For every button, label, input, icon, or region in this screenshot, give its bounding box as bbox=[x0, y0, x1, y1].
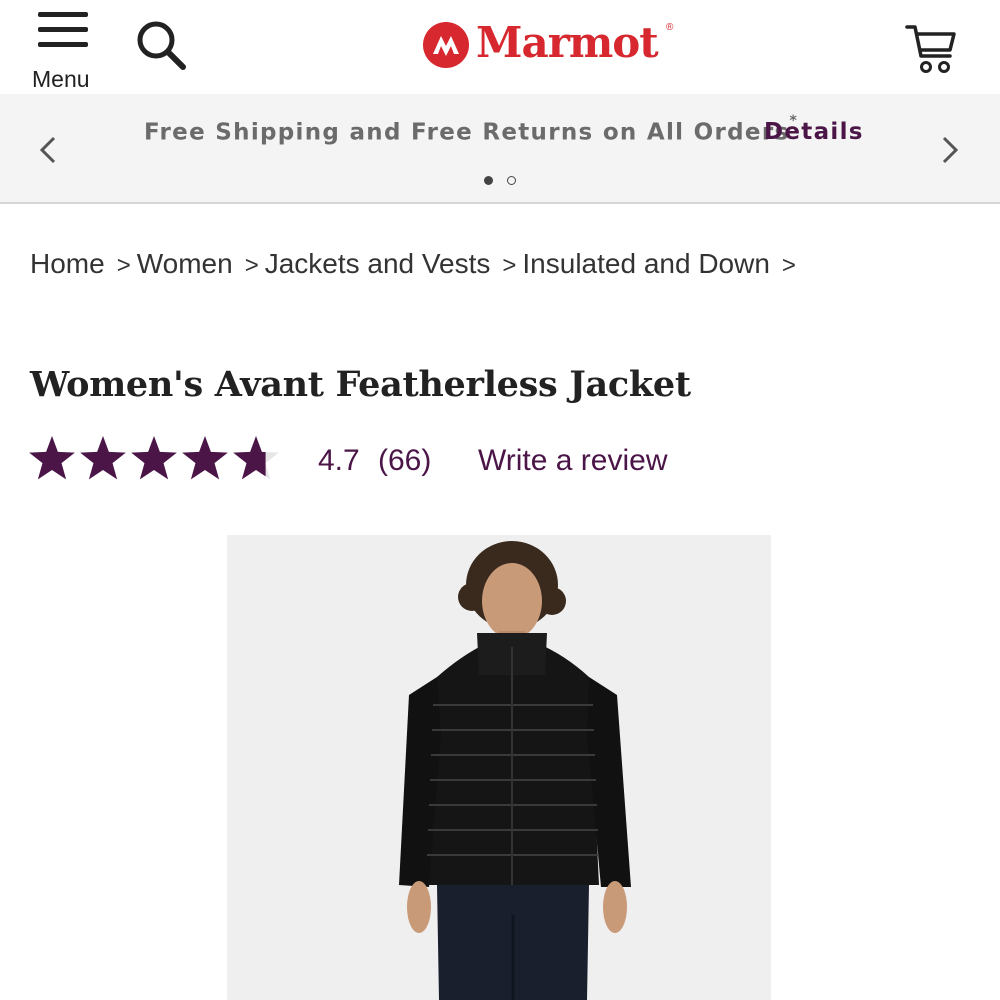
promo-details-link[interactable]: Details bbox=[764, 119, 864, 145]
product-title: Women's Avant Featherless Jacket bbox=[30, 364, 691, 405]
breadcrumb-separator: > bbox=[116, 252, 131, 279]
breadcrumb-separator: > bbox=[781, 252, 796, 279]
breadcrumb-separator: > bbox=[244, 252, 259, 279]
star-filled-icon bbox=[131, 436, 177, 480]
search-button[interactable] bbox=[134, 18, 190, 74]
brand-name: Marmot bbox=[476, 18, 659, 67]
breadcrumb-women[interactable]: Women bbox=[137, 248, 233, 279]
menu-label: Menu bbox=[32, 66, 90, 92]
carousel-dot-active[interactable] bbox=[484, 176, 493, 185]
marmot-logo[interactable]: Marmot ® bbox=[422, 18, 682, 74]
product-rating: 4.7 (66) Write a review bbox=[28, 432, 708, 488]
product-photo bbox=[227, 535, 771, 1000]
promo-message: Free Shipping and Free Returns on All Or… bbox=[144, 113, 798, 146]
breadcrumb: Home > Women > Jackets and Vests > Insulated a… bbox=[30, 248, 802, 280]
star-filled-icon bbox=[80, 436, 126, 480]
breadcrumb-insulated-and-down[interactable]: Insulated and Down bbox=[522, 248, 770, 279]
marmot-logo-mark bbox=[423, 22, 469, 68]
breadcrumb-home[interactable]: Home bbox=[30, 248, 105, 279]
promo-next-button[interactable] bbox=[934, 130, 966, 170]
chevron-right-icon bbox=[942, 136, 959, 164]
breadcrumb-separator: > bbox=[502, 252, 517, 279]
hamburger-menu-icon bbox=[38, 12, 88, 47]
star-filled-icon bbox=[29, 436, 75, 480]
star-filled-icon bbox=[182, 436, 228, 480]
search-icon bbox=[137, 21, 186, 70]
rating-value: 4.7 bbox=[318, 444, 360, 477]
product-image[interactable] bbox=[227, 535, 771, 1000]
breadcrumb-jackets-and-vests[interactable]: Jackets and Vests bbox=[265, 248, 491, 279]
promo-previous-button[interactable] bbox=[32, 130, 64, 170]
review-count[interactable]: (66) bbox=[378, 444, 431, 478]
promo-message-text: Free Shipping and Free Returns on All Or… bbox=[144, 119, 790, 146]
menu-button[interactable]: Menu bbox=[24, 8, 104, 92]
star-rating[interactable] bbox=[28, 434, 288, 486]
cart-button[interactable] bbox=[904, 22, 964, 78]
site-header: Menu Marmot ® bbox=[0, 0, 1000, 94]
write-review-link[interactable]: Write a review bbox=[478, 444, 668, 478]
promo-banner: Free Shipping and Free Returns on All Or… bbox=[0, 94, 1000, 204]
chevron-left-icon bbox=[39, 136, 56, 164]
registered-mark: ® bbox=[666, 22, 674, 33]
cart-icon bbox=[905, 25, 956, 73]
carousel-dot[interactable] bbox=[507, 176, 516, 185]
